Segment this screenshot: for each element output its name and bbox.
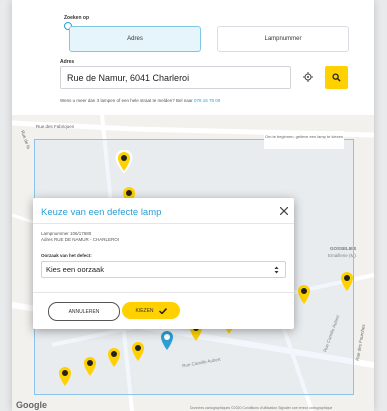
cause-select[interactable]: Kies een oorzaak: [41, 261, 286, 278]
lamp-marker-icon[interactable]: [338, 270, 356, 294]
dialog-title: Keuze van een defecte lamp: [41, 207, 162, 218]
address-label: Adres: [60, 59, 75, 65]
select-arrows-icon: [274, 266, 279, 274]
search-option-lamp-number[interactable]: Lampnummer: [217, 26, 349, 52]
search-option-address[interactable]: Adres: [69, 26, 201, 52]
help-phone-link[interactable]: 078 15 78 00: [194, 98, 220, 103]
google-logo: Google: [16, 400, 47, 410]
choose-button-label: KIEZEN: [135, 307, 154, 314]
lamp-marker-icon[interactable]: [115, 150, 133, 174]
lamp-marker-icon[interactable]: [129, 340, 147, 364]
address-input[interactable]: Rue de Namur, 6041 Charleroi: [60, 66, 291, 89]
defect-lamp-dialog: Keuze van een defecte lamp Lampnummer 10…: [33, 198, 294, 329]
lamp-marker-icon[interactable]: [81, 355, 99, 379]
lamp-marker-icon[interactable]: [56, 365, 74, 389]
lamp-info: Lampnummer 106/17680 Adres RUE DE NAMUR …: [41, 231, 119, 243]
report-form-card: Zoeken op Adres Lampnummer Adres Rue de …: [12, 0, 374, 411]
locate-icon[interactable]: [303, 72, 313, 82]
cause-label: Oorzaak van het defect:: [41, 253, 92, 258]
map-hint: Om te beginnen, gelieve een lamp te kiez…: [264, 131, 344, 149]
help-message: Wens u meer dan 3 lampen of een hele str…: [60, 98, 193, 103]
help-text: Wens u meer dan 3 lampen of een hele str…: [60, 98, 220, 103]
cause-select-value: Kies een oorzaak: [46, 265, 104, 274]
checkmark-icon: [158, 307, 167, 314]
search-button[interactable]: [325, 66, 348, 89]
close-icon[interactable]: [280, 207, 288, 215]
selected-lamp-marker-icon[interactable]: [158, 329, 176, 353]
street-label: Rue des Fabriques: [36, 124, 75, 129]
map-attribution: Donnees cartographiques ©2020 Conditions…: [190, 406, 333, 410]
search-icon: [332, 73, 341, 82]
lamp-address: Adres RUE DE NAMUR - CHARLEROI: [41, 237, 120, 242]
lamp-marker-icon[interactable]: [105, 346, 123, 370]
choose-button[interactable]: KIEZEN: [122, 302, 180, 319]
lamp-marker-icon[interactable]: [295, 283, 313, 307]
search-by-label: Zoeken op: [64, 15, 90, 21]
cancel-button[interactable]: ANNULEREN: [48, 302, 120, 321]
divider: [33, 292, 294, 293]
divider: [33, 223, 294, 224]
